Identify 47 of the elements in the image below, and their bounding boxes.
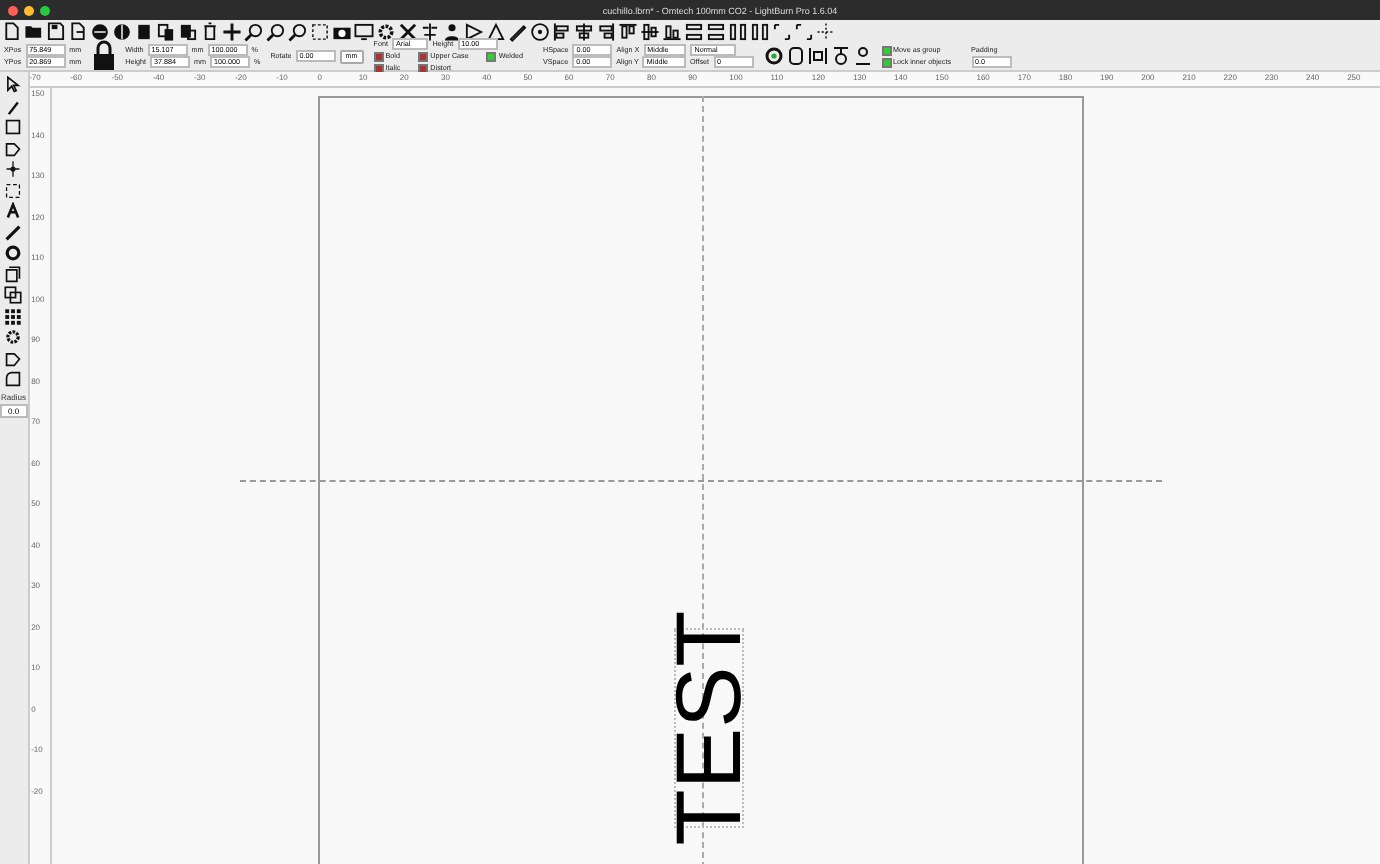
pentagon-icon[interactable]	[4, 349, 23, 367]
letter-icon[interactable]	[4, 202, 23, 220]
pen-icon[interactable]	[4, 97, 23, 115]
distribute-icon[interactable]	[706, 21, 726, 41]
ruler-icon[interactable]	[4, 223, 23, 241]
distribute-icon[interactable]	[684, 21, 704, 41]
zoom-icon[interactable]	[266, 21, 286, 41]
paste-icon[interactable]	[178, 21, 198, 41]
padlock-icon[interactable]	[91, 40, 116, 72]
square-icon[interactable]	[4, 118, 23, 136]
align-bottom-icon[interactable]	[662, 21, 682, 41]
align-right-icon[interactable]	[596, 21, 616, 41]
gear-icon[interactable]	[4, 328, 23, 346]
new-file-icon[interactable]	[2, 21, 22, 41]
align-middle-icon[interactable]	[640, 21, 660, 41]
dashed-frame-icon[interactable]	[4, 181, 23, 199]
canvas-text[interactable]: TEST	[662, 610, 755, 846]
monitor-icon[interactable]	[354, 21, 374, 41]
rounded-corner-icon[interactable]	[4, 370, 23, 388]
pentagon-icon[interactable]	[4, 139, 23, 157]
gear-icon[interactable]	[376, 21, 396, 41]
copy-icon[interactable]	[156, 21, 176, 41]
distribute-icon[interactable]	[750, 21, 770, 41]
align-center-icon[interactable]	[574, 21, 594, 41]
zoom-icon[interactable]	[244, 21, 264, 41]
ring-icon[interactable]	[4, 244, 23, 262]
node-edit-icon[interactable]	[4, 160, 23, 178]
distribute-icon[interactable]	[728, 21, 748, 41]
grid-array-icon[interactable]	[4, 307, 23, 325]
push-apart-icon[interactable]	[807, 46, 828, 66]
trash-icon[interactable]	[200, 21, 220, 41]
corner-marks-icon[interactable]	[772, 21, 792, 41]
dashed-frame-icon[interactable]	[310, 21, 330, 41]
pen-icon[interactable]	[508, 21, 528, 41]
cursor-icon[interactable]	[4, 76, 23, 94]
align-left-icon[interactable]	[552, 21, 572, 41]
zoom-icon[interactable]	[288, 21, 308, 41]
move-arrows-icon[interactable]	[222, 21, 242, 41]
align-top-icon[interactable]	[618, 21, 638, 41]
rotate-icon[interactable]	[763, 46, 784, 66]
export-file-icon[interactable]	[68, 21, 88, 41]
offset-shape-icon[interactable]	[4, 265, 23, 283]
dotted-cross-icon[interactable]	[816, 21, 836, 41]
target-icon[interactable]	[530, 21, 550, 41]
boolean-shapes-icon[interactable]	[4, 286, 23, 304]
clipboard-icon[interactable]	[134, 21, 154, 41]
corner-marks-icon[interactable]	[794, 21, 814, 41]
